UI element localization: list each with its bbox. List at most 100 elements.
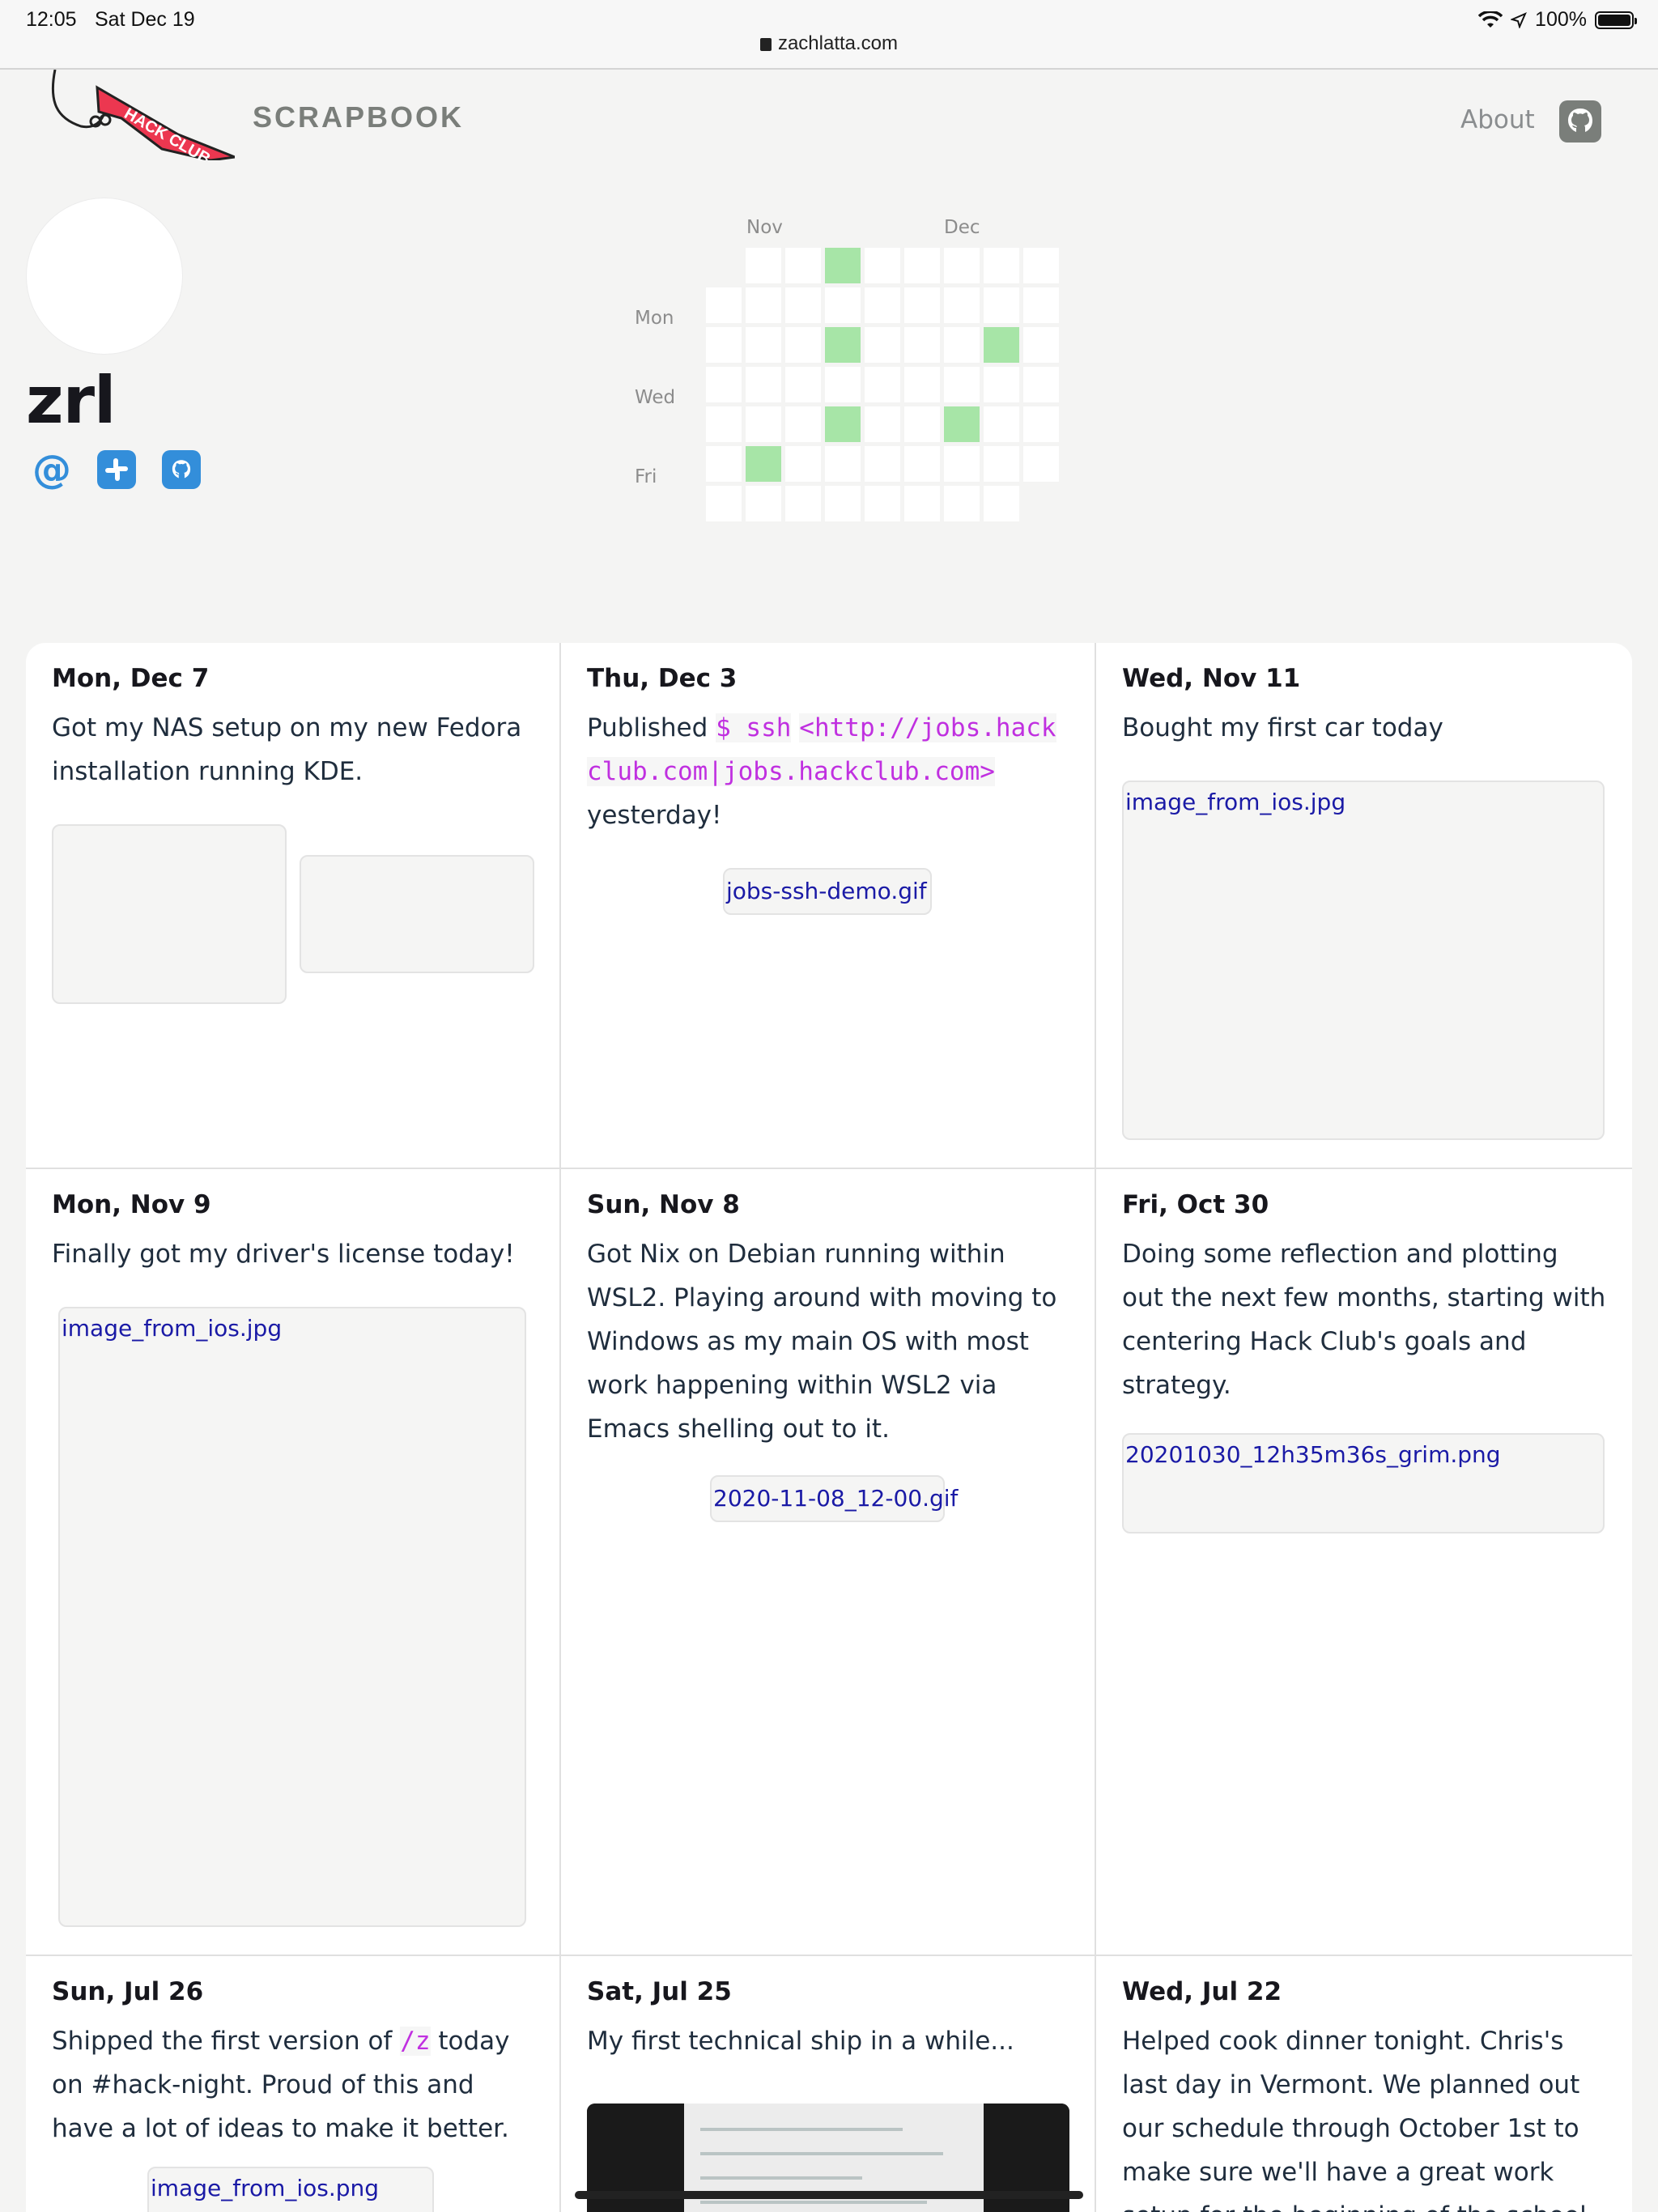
post-card[interactable]: Thu, Dec 3 Published $ ssh <http://jobs.…: [561, 643, 1096, 1169]
heatmap-cell: [706, 367, 742, 402]
heatmap-cell: [904, 406, 940, 442]
email-icon[interactable]: @: [32, 447, 71, 492]
post-card[interactable]: Wed, Nov 11 Bought my first car today im…: [1096, 643, 1632, 1169]
heatmap-cell: [785, 406, 821, 442]
heatmap-cell: [825, 367, 861, 402]
attachment-filename: jobs-ssh-demo.gif: [726, 878, 927, 904]
attachment-filename: image_from_ios.jpg: [62, 1315, 283, 1342]
heatmap-cell: [865, 486, 900, 521]
heatmap-cell: [944, 327, 980, 363]
image-attachment[interactable]: image_from_ios.jpg: [1122, 781, 1605, 1140]
post-card[interactable]: Sat, Jul 25 My first technical ship in a…: [561, 1956, 1096, 2212]
heatmap-cell: [706, 446, 742, 482]
post-date: Wed, Nov 11: [1122, 664, 1301, 693]
heatmap-cell: [746, 367, 781, 402]
heatmap-cell: [746, 486, 781, 521]
heatmap-cell: [904, 327, 940, 363]
heatmap-cell: [785, 446, 821, 482]
post-text: Bought my first car today: [1122, 713, 1443, 742]
slack-icon[interactable]: [97, 450, 136, 489]
heatmap-cell: [825, 446, 861, 482]
ios-status-bar: 12:05 Sat Dec 19 zachlatta.com 100%: [0, 0, 1658, 70]
post-date: Fri, Oct 30: [1122, 1190, 1269, 1219]
heatmap-cell: [1023, 406, 1059, 442]
post-text: My first technical ship in a while...: [587, 2027, 1014, 2056]
heatmap-cell: [746, 248, 781, 283]
avatar: [26, 198, 183, 355]
post-text: Finally got my driver's license today!: [52, 1240, 515, 1269]
heatmap-cell: [785, 248, 821, 283]
post-card[interactable]: Sun, Nov 8 Got Nix on Debian running wit…: [561, 1169, 1096, 1956]
post-text: Helped cook dinner tonight. Chris's last…: [1122, 2027, 1587, 2212]
gif-attachment[interactable]: 2020-11-08_12-00.gif: [710, 1475, 958, 1522]
post-text: Got Nix on Debian running within WSL2. P…: [587, 1240, 1057, 1444]
heatmap-cell: [865, 406, 900, 442]
post-card[interactable]: Fri, Oct 30 Doing some reflection and pl…: [1096, 1169, 1632, 1956]
post-date: Thu, Dec 3: [587, 664, 738, 693]
location-arrow-icon: [1511, 11, 1527, 28]
heatmap-cell: [984, 327, 1019, 363]
image-attachment[interactable]: [52, 824, 287, 1004]
heatmap-cell: [865, 446, 900, 482]
post-date: Sun, Nov 8: [587, 1190, 740, 1219]
heatmap-cell: [1023, 248, 1059, 283]
heatmap-cell: [865, 287, 900, 323]
heatmap-cell: [904, 486, 940, 521]
inline-code: /z: [400, 2027, 431, 2056]
heatmap-cell: [746, 327, 781, 363]
post-card[interactable]: Mon, Nov 9 Finally got my driver's licen…: [26, 1169, 561, 1956]
post-text: Published $ ssh <http://jobs.hackclub.co…: [587, 706, 1069, 837]
post-text-part: Published: [587, 713, 716, 742]
heatmap-cell: [944, 406, 980, 442]
heatmap-cell: [785, 327, 821, 363]
about-link[interactable]: About: [1460, 105, 1535, 134]
heatmap-cell: [984, 287, 1019, 323]
heatmap-cell: [746, 446, 781, 482]
post-card[interactable]: Mon, Dec 7 Got my NAS setup on my new Fe…: [26, 643, 561, 1169]
heatmap-cell: [785, 486, 821, 521]
post-text-part: Shipped the first version of: [52, 2027, 401, 2056]
month-label: Dec: [944, 217, 980, 238]
heatmap-cell: [746, 406, 781, 442]
post-card[interactable]: Sun, Jul 26 Shipped the first version of…: [26, 1956, 561, 2212]
heatmap-cell: [984, 367, 1019, 402]
gif-attachment[interactable]: jobs-ssh-demo.gif: [723, 868, 932, 915]
post-date: Sun, Jul 26: [52, 1977, 204, 2006]
post-card[interactable]: Wed, Jul 22 Helped cook dinner tonight. …: [1096, 1956, 1632, 2212]
image-attachment[interactable]: image_from_ios.jpg: [58, 1307, 526, 1927]
heatmap-cell: [1023, 287, 1059, 323]
lock-icon: [759, 38, 772, 51]
heatmap-cell: [825, 248, 861, 283]
hack-club-logo[interactable]: HACK CLUB: [49, 70, 235, 160]
image-attachment[interactable]: [300, 855, 534, 973]
month-label: Nov: [746, 217, 783, 238]
image-attachment[interactable]: 20201030_12h35m36s_grim.png: [1122, 1433, 1605, 1534]
heatmap-cell: [944, 287, 980, 323]
heatmap-cell: [984, 446, 1019, 482]
github-icon[interactable]: [1559, 100, 1601, 143]
url-text: zachlatta.com: [777, 32, 899, 54]
github-profile-icon[interactable]: [162, 450, 201, 489]
status-indicators: 100%: [1478, 8, 1637, 32]
image-attachment[interactable]: image_from_ios.png: [147, 2167, 434, 2212]
heatmap-cell: [706, 287, 742, 323]
status-time: 12:05: [26, 8, 77, 31]
attachment-filename: image_from_ios.png: [151, 2175, 380, 2201]
inline-code: $ ssh: [716, 713, 792, 742]
heatmap-cell: [944, 446, 980, 482]
address-bar[interactable]: zachlatta.com: [0, 32, 1658, 55]
heatmap-cell: [746, 287, 781, 323]
attachment-filename: 20201030_12h35m36s_grim.png: [1125, 1441, 1501, 1468]
attachment-filename: 2020-11-08_12-00.gif: [713, 1485, 959, 1512]
post-date: Mon, Nov 9: [52, 1190, 211, 1219]
heatmap-cell: [825, 327, 861, 363]
heatmap-cell: [865, 248, 900, 283]
post-text: Shipped the first version of /z today on…: [52, 2019, 534, 2150]
post-text-part: yesterday!: [587, 801, 722, 830]
heatmap-cell: [904, 287, 940, 323]
brand-title[interactable]: SCRAPBOOK: [253, 100, 464, 134]
post-date: Mon, Dec 7: [52, 664, 210, 693]
heatmap-cell: [984, 486, 1019, 521]
heatmap-cell: [1023, 367, 1059, 402]
home-indicator[interactable]: [575, 2191, 1083, 2199]
